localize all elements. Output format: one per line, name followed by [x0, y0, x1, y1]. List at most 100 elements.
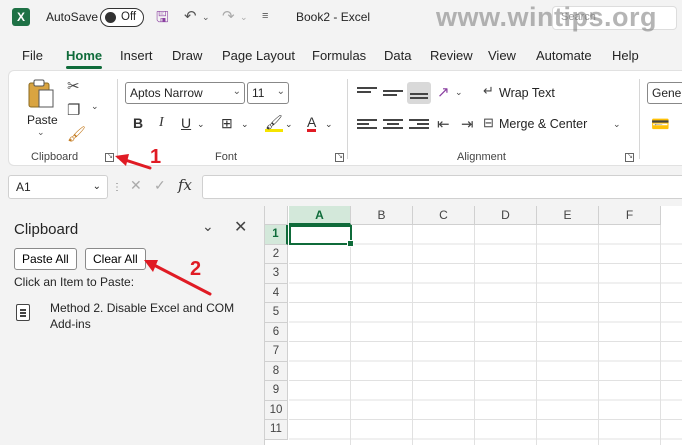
- tab-view[interactable]: View: [488, 48, 516, 63]
- middle-align-icon[interactable]: [383, 85, 403, 101]
- borders-chevron-icon[interactable]: ⌄: [241, 119, 249, 130]
- row-header[interactable]: 8: [265, 361, 288, 381]
- pane-options-icon[interactable]: ⌄: [202, 218, 214, 235]
- pane-hint: Click an Item to Paste:: [14, 275, 135, 289]
- autosave-state: Off: [121, 11, 137, 23]
- tab-help[interactable]: Help: [612, 48, 639, 63]
- select-all-corner[interactable]: [265, 206, 288, 225]
- underline-chevron-icon[interactable]: ⌄: [197, 119, 205, 130]
- format-painter-icon[interactable]: 🖌: [67, 125, 86, 143]
- orientation-chevron-icon[interactable]: ⌄: [455, 87, 463, 98]
- tab-automate[interactable]: Automate: [536, 48, 592, 63]
- copy-chevron-icon[interactable]: ⌄: [91, 101, 99, 112]
- clear-all-button[interactable]: Clear All: [85, 248, 146, 270]
- bottom-align-icon[interactable]: [407, 82, 431, 104]
- redo-icon[interactable]: ↷: [222, 7, 235, 25]
- font-name-select[interactable]: Aptos Narrow ⌄: [125, 82, 245, 104]
- decrease-indent-icon[interactable]: ⇤: [437, 115, 450, 133]
- column-header[interactable]: A: [289, 206, 351, 225]
- accounting-format-icon[interactable]: 💳: [651, 115, 670, 133]
- row-header[interactable]: 1: [265, 225, 288, 245]
- font-color-chevron-icon[interactable]: ⌄: [325, 119, 333, 130]
- column-header[interactable]: B: [351, 206, 413, 225]
- toggle-knob: [105, 12, 116, 23]
- column-header[interactable]: C: [413, 206, 475, 225]
- merge-center-button[interactable]: Merge & Center: [499, 117, 587, 131]
- cut-icon[interactable]: ✂: [67, 77, 80, 95]
- name-box-value: A1: [16, 180, 31, 194]
- save-icon[interactable]: 🖫: [156, 7, 169, 32]
- tab-draw[interactable]: Draw: [172, 48, 202, 63]
- divider: [347, 79, 348, 159]
- italic-button[interactable]: I: [159, 115, 164, 131]
- cancel-icon[interactable]: ✕: [130, 177, 142, 194]
- font-name-value: Aptos Narrow: [130, 86, 203, 100]
- top-align-icon[interactable]: [357, 85, 377, 101]
- undo-icon[interactable]: ↶: [184, 7, 197, 25]
- font-group-label: Font: [215, 151, 238, 163]
- alignment-launcher-icon[interactable]: ↘: [625, 153, 634, 162]
- redo-chevron-icon[interactable]: ⌄: [240, 12, 248, 23]
- row-header[interactable]: 4: [265, 283, 288, 303]
- fill-color-chevron-icon[interactable]: ⌄: [285, 119, 293, 130]
- paste-icon[interactable]: [27, 79, 55, 109]
- row-header[interactable]: 3: [265, 264, 288, 284]
- clipboard-item[interactable]: Method 2. Disable Excel and COM Add-ins: [14, 298, 254, 334]
- row-header[interactable]: 10: [265, 400, 288, 420]
- column-header[interactable]: F: [599, 206, 661, 225]
- align-left-icon[interactable]: [357, 117, 377, 133]
- align-center-icon[interactable]: [383, 117, 403, 133]
- row-header[interactable]: 9: [265, 381, 288, 401]
- insert-function-button[interactable]: fx: [178, 176, 192, 194]
- worksheet-grid[interactable]: A B C D E F 1 2 3 4 5 6 7 8 9 10 11: [264, 206, 682, 445]
- orientation-icon[interactable]: ↗: [437, 83, 450, 101]
- close-icon[interactable]: ✕: [234, 217, 247, 237]
- undo-chevron-icon[interactable]: ⌄: [202, 12, 210, 23]
- divider: [639, 79, 640, 159]
- align-right-icon[interactable]: [409, 117, 429, 133]
- enter-icon[interactable]: ✓: [154, 177, 166, 194]
- clipboard-pane: Clipboard ⌄ ✕ Paste All Clear All Click …: [0, 206, 263, 445]
- row-header[interactable]: 2: [265, 244, 288, 264]
- increase-indent-icon[interactable]: ⇥: [461, 115, 474, 133]
- paste-all-button[interactable]: Paste All: [14, 248, 77, 270]
- row-header[interactable]: 5: [265, 303, 288, 323]
- underline-button[interactable]: U: [181, 115, 191, 131]
- column-header[interactable]: D: [475, 206, 537, 225]
- formula-input[interactable]: [202, 175, 682, 199]
- tab-insert[interactable]: Insert: [120, 48, 153, 63]
- row-header[interactable]: 6: [265, 322, 288, 342]
- column-header[interactable]: E: [537, 206, 599, 225]
- row-header[interactable]: 7: [265, 342, 288, 362]
- font-size-select[interactable]: 11 ⌄: [247, 82, 289, 104]
- tab-formulas[interactable]: Formulas: [312, 48, 366, 63]
- step-2-label: 2: [190, 258, 202, 280]
- borders-icon[interactable]: ⊞: [221, 115, 233, 132]
- paste-button[interactable]: Paste: [27, 113, 58, 127]
- tab-home[interactable]: Home: [66, 48, 102, 63]
- active-cell[interactable]: [289, 225, 354, 247]
- tab-file[interactable]: File: [22, 48, 43, 63]
- clipboard-launcher-icon[interactable]: ↘: [105, 153, 114, 162]
- font-color-button[interactable]: A: [307, 115, 317, 132]
- bold-button[interactable]: B: [133, 115, 143, 131]
- name-box[interactable]: A1 ⌄: [8, 175, 108, 199]
- more-icon[interactable]: ⋮: [112, 182, 122, 193]
- cell-area[interactable]: [289, 225, 682, 445]
- font-launcher-icon[interactable]: ↘: [335, 153, 344, 162]
- clipboard-item-text: Method 2. Disable Excel and COM Add-ins: [50, 301, 235, 331]
- ribbon: Paste ⌄ ✂ ❐ ⌄ 🖌 Clipboard ↘ Aptos Narrow…: [8, 70, 682, 166]
- wrap-text-icon: ↵: [483, 83, 494, 98]
- merge-center-chevron-icon[interactable]: ⌄: [613, 119, 621, 130]
- row-header[interactable]: 11: [265, 420, 288, 440]
- copy-icon[interactable]: ❐: [67, 101, 80, 119]
- customize-toolbar-icon[interactable]: ≡: [262, 10, 268, 22]
- number-format-select[interactable]: General: [647, 82, 682, 104]
- autosave-toggle[interactable]: Off: [100, 8, 144, 27]
- wrap-text-button[interactable]: Wrap Text: [499, 86, 555, 100]
- tab-data[interactable]: Data: [384, 48, 411, 63]
- tab-page-layout[interactable]: Page Layout: [222, 48, 295, 63]
- tab-review[interactable]: Review: [430, 48, 473, 63]
- fill-color-icon[interactable]: 🖌: [265, 115, 283, 132]
- paste-chevron-icon[interactable]: ⌄: [37, 127, 45, 138]
